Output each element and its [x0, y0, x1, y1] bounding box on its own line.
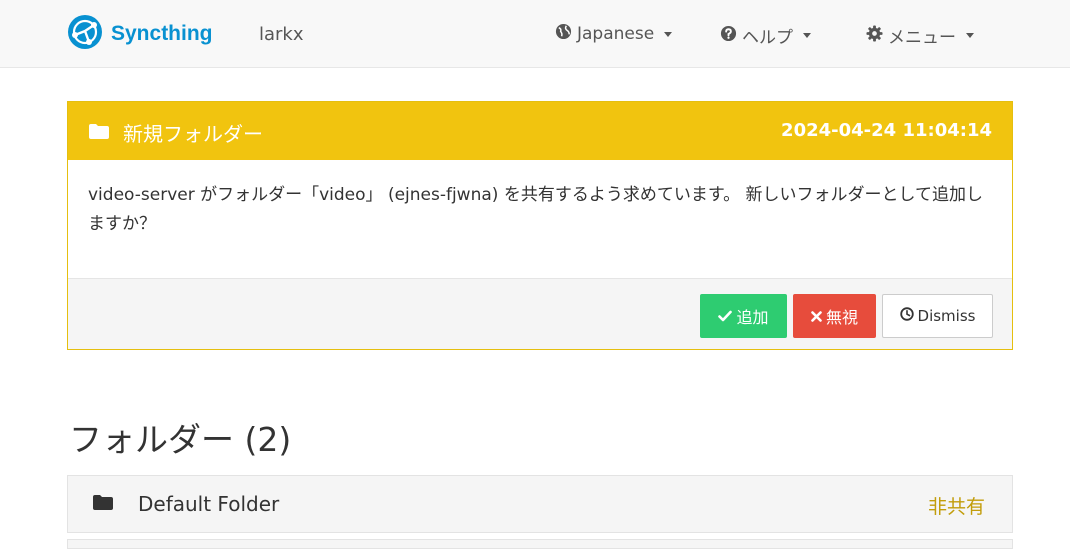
notification-message: video-server がフォルダー「video」 (ejnes-fjwna)…: [88, 185, 984, 234]
add-folder-label: 追加: [736, 308, 769, 327]
notification-actions: 追加 無視 Dismiss: [68, 278, 1012, 349]
language-dropdown[interactable]: Japanese: [555, 23, 673, 45]
check-icon: [718, 307, 733, 326]
brand-logo-link[interactable]: Syncthing: [67, 15, 213, 53]
folder-name: Default Folder: [138, 492, 280, 516]
menu-label: メニュー: [888, 28, 956, 48]
notification-timestamp: 2024-04-24 11:04:14: [781, 120, 992, 141]
ignore-folder-button[interactable]: 無視: [793, 294, 876, 338]
folder-row-default-folder[interactable]: Default Folder 非共有: [67, 475, 1013, 533]
folder-label: Default Folder: [92, 492, 279, 516]
notification-title-text: 新規フォルダー: [123, 122, 263, 146]
new-folder-notification: 新規フォルダー 2024-04-24 11:04:14 video-server…: [67, 101, 1013, 350]
dismiss-button[interactable]: Dismiss: [882, 294, 993, 338]
gear-icon: [866, 24, 883, 47]
close-icon: [811, 307, 822, 326]
chevron-down-icon: [664, 31, 673, 37]
language-label: Japanese: [577, 24, 655, 44]
brand-name: Syncthing: [111, 22, 213, 45]
chevron-down-icon: [966, 33, 974, 38]
notification-header: 新規フォルダー 2024-04-24 11:04:14: [68, 102, 1012, 160]
navbar: Syncthing larkx Japanese ヘルプ メニュー: [0, 0, 1070, 68]
folder-row-partial: [67, 539, 1013, 549]
chevron-down-icon: [803, 33, 811, 38]
help-label: ヘルプ: [742, 28, 793, 48]
clock-icon: [899, 307, 914, 325]
question-circle-icon: [720, 25, 737, 47]
folder-icon: [88, 121, 110, 145]
folder-icon: [92, 492, 114, 516]
dismiss-label: Dismiss: [917, 307, 976, 325]
globe-icon: [555, 23, 572, 45]
folder-status-badge: 非共有: [927, 496, 985, 518]
help-dropdown[interactable]: ヘルプ: [720, 23, 811, 48]
folders-heading: フォルダー (2): [69, 420, 292, 459]
syncthing-logo-icon: [67, 14, 103, 54]
device-name: larkx: [259, 24, 304, 45]
main-menu-dropdown[interactable]: メニュー: [866, 23, 974, 48]
notification-title: 新規フォルダー: [88, 118, 263, 147]
ignore-folder-label: 無視: [825, 308, 858, 327]
add-folder-button[interactable]: 追加: [700, 294, 787, 338]
